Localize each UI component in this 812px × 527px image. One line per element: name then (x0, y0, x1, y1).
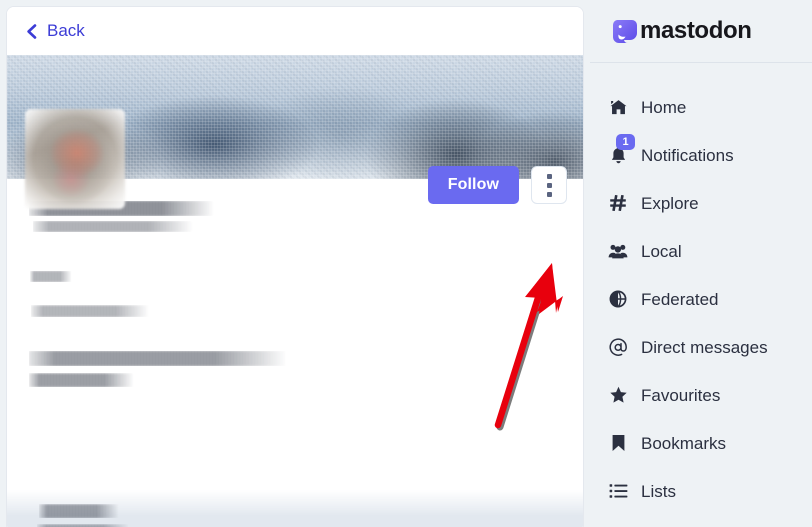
star-icon (608, 385, 628, 405)
profile-bio-line-1-blurred (31, 305, 149, 317)
sidebar-item-lists-label: Lists (641, 481, 676, 501)
hashtag-icon (608, 193, 628, 213)
sidebar-item-bookmarks-label: Bookmarks (641, 433, 727, 453)
back-button[interactable]: Back (25, 21, 85, 41)
sidebar-item-notifications[interactable]: 1 Notifications (590, 131, 812, 179)
avatar-vignette (25, 109, 125, 209)
sidebar-item-explore-label: Explore (641, 193, 699, 213)
sidebar-item-favourites[interactable]: Favourites (590, 371, 812, 419)
globe-icon (608, 289, 628, 309)
back-button-label: Back (47, 21, 85, 40)
chevron-left-icon (25, 23, 38, 39)
vertical-ellipsis-icon-dot-2 (546, 182, 552, 188)
list-icon (608, 481, 628, 501)
profile-card: Back Follow (6, 6, 584, 527)
at-sign-icon (608, 337, 628, 357)
sidebar-nav: Home 1 Notifications Explore Local Feder… (590, 63, 812, 515)
sidebar-item-lists[interactable]: Lists (590, 467, 812, 515)
sidebar-item-direct-messages[interactable]: Direct messages (590, 323, 812, 371)
more-options-button[interactable] (531, 166, 567, 204)
profile-details (7, 179, 583, 527)
profile-column: Back Follow (0, 0, 590, 527)
sidebar-item-federated-label: Federated (641, 289, 719, 309)
brand-header[interactable]: mastodon (590, 0, 812, 63)
profile-avatar[interactable] (25, 109, 125, 209)
bell-icon: 1 (608, 134, 635, 165)
brand-name: mastodon (640, 17, 752, 44)
sidebar-item-bookmarks[interactable]: Bookmarks (590, 419, 812, 467)
profile-action-row: Follow (427, 166, 567, 204)
profile-meta-blurred (30, 271, 72, 282)
vertical-ellipsis-icon-dot-1 (546, 173, 552, 179)
sidebar-item-federated[interactable]: Federated (590, 275, 812, 323)
notifications-badge: 1 (616, 134, 635, 150)
users-group-icon (608, 241, 628, 261)
sidebar-item-home-label: Home (641, 97, 687, 117)
sidebar: mastodon Home 1 Notifications Explore Lo… (590, 0, 812, 527)
sidebar-item-favourites-label: Favourites (641, 385, 721, 405)
profile-handle-blurred (33, 221, 193, 232)
profile-bio-line-3-blurred (29, 373, 134, 387)
profile-bio-line-2-blurred (29, 351, 287, 366)
profile-footer-line-1-blurred (39, 504, 119, 518)
mastodon-logo-icon (612, 18, 638, 44)
sidebar-item-direct-messages-label: Direct messages (641, 337, 768, 357)
app-root: Back Follow mastodon Home 1 Notification… (0, 0, 812, 527)
sidebar-item-explore[interactable]: Explore (590, 179, 812, 227)
vertical-ellipsis-icon-dot-3 (546, 191, 552, 197)
follow-button[interactable]: Follow (427, 166, 519, 204)
home-icon (608, 97, 628, 117)
sidebar-item-local-label: Local (641, 241, 682, 261)
sidebar-item-notifications-label: Notifications (641, 145, 734, 165)
sidebar-item-home[interactable]: Home (590, 83, 812, 131)
sidebar-item-local[interactable]: Local (590, 227, 812, 275)
back-bar: Back (7, 7, 583, 55)
bookmark-icon (608, 433, 628, 453)
